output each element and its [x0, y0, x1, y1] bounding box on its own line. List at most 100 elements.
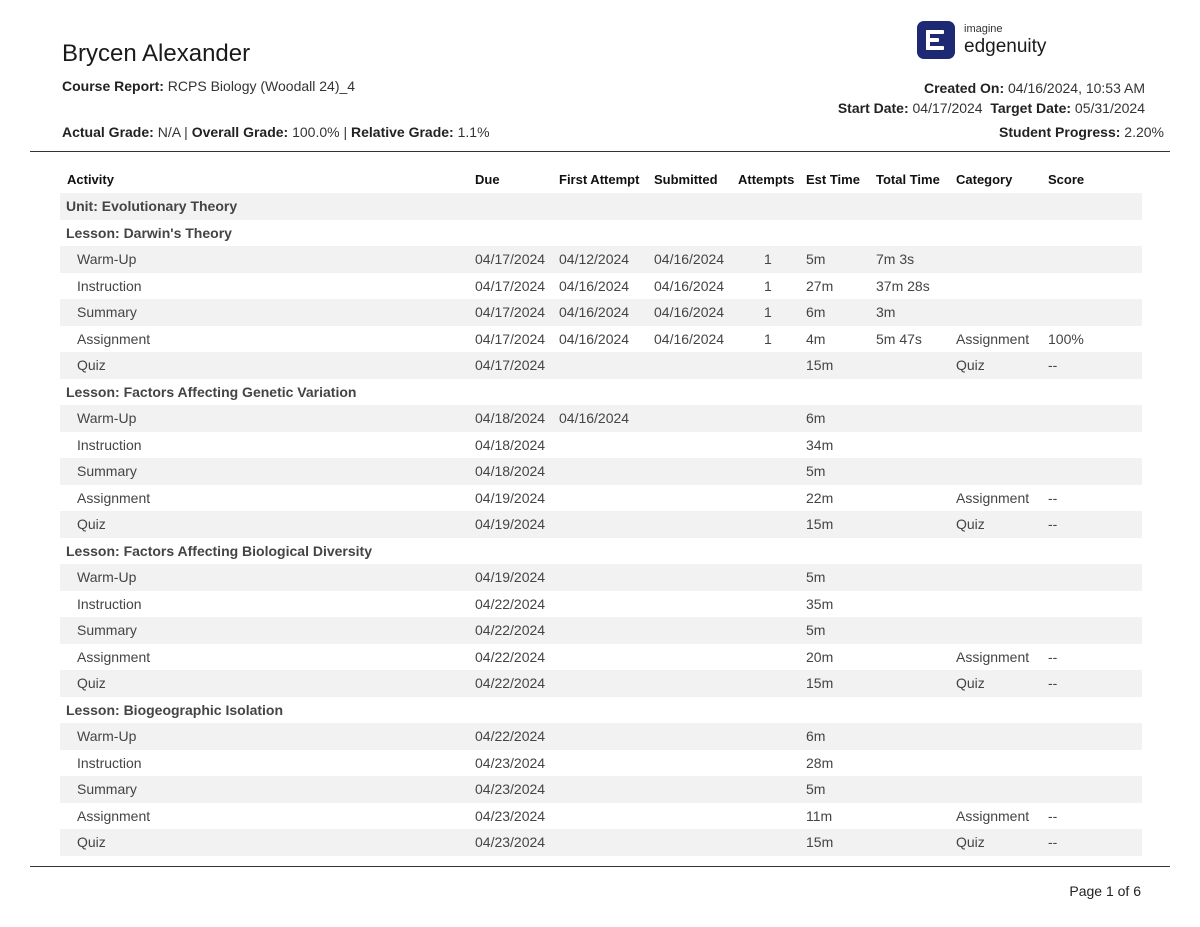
activity-row: Instruction 04/17/2024 04/16/2024 04/16/202…: [60, 273, 1142, 300]
activity-name: Summary: [77, 622, 137, 638]
due-date: 04/22/2024: [475, 595, 546, 612]
activity-name: Instruction: [77, 436, 142, 453]
due-date: 04/19/2024: [475, 489, 546, 506]
activity-row: Instruction 04/18/2024 34m: [60, 432, 1142, 459]
est-time: 20m: [806, 648, 834, 665]
category: Quiz: [956, 357, 985, 373]
logo-edgenuity-text: edgenuity: [964, 36, 1047, 57]
lesson-row: Lesson: Darwin's Theory: [60, 220, 1142, 247]
activity-row: Summary 04/18/2024 5m: [60, 458, 1142, 485]
activity-row: Quiz 04/19/2024 15m Quiz --: [60, 511, 1142, 538]
est-time: 15m: [806, 357, 834, 373]
lesson-title: Lesson: Biogeographic Isolation: [66, 701, 284, 718]
est-time: 27m: [806, 277, 834, 294]
activity-row: Warm-Up 04/22/2024 6m: [60, 723, 1142, 750]
attempts-count: 1: [764, 304, 772, 320]
due-date: 04/19/2024: [475, 569, 546, 585]
target-date-value: 05/31/2024: [1074, 100, 1145, 116]
relative-grade-value: 1.1%: [457, 124, 490, 140]
column-header-score: Score: [1048, 172, 1085, 187]
activity-row: Instruction 04/22/2024 35m: [60, 591, 1142, 618]
student-name: Brycen Alexander: [62, 40, 251, 67]
total-time: 3m: [876, 304, 896, 320]
created-on-line: Created On: 04/16/2024, 10:53 AM: [924, 80, 1145, 96]
attempts-count: 1: [764, 330, 772, 347]
category: Assignment: [956, 807, 1030, 824]
score: --: [1048, 516, 1058, 532]
activity-name: Assignment: [77, 489, 151, 506]
category: Assignment: [956, 489, 1030, 506]
first-attempt-date: 04/16/2024: [559, 410, 630, 426]
est-time: 5m: [806, 463, 826, 479]
est-time: 6m: [806, 728, 826, 744]
activity-row: Assignment 04/19/2024 22m Assignment --: [60, 485, 1142, 512]
submitted-date: 04/16/2024: [654, 251, 725, 267]
category: Assignment: [956, 648, 1030, 665]
created-on-value: 04/16/2024, 10:53 AM: [1008, 80, 1145, 96]
activity-name: Quiz: [77, 834, 106, 850]
due-date: 04/22/2024: [475, 622, 546, 638]
category: Quiz: [956, 516, 985, 532]
edgenuity-logo-icon: [917, 21, 955, 59]
submitted-date: 04/16/2024: [654, 304, 725, 320]
est-time: 5m: [806, 622, 826, 638]
column-header-category: Category: [956, 172, 1013, 187]
score: --: [1048, 834, 1058, 850]
due-date: 04/18/2024: [475, 410, 546, 426]
dates-line: Start Date: 04/17/2024 Target Date: 05/3…: [838, 100, 1145, 116]
due-date: 04/23/2024: [475, 834, 546, 850]
student-progress-label: Student Progress:: [999, 124, 1121, 140]
activity-row: Warm-Up 04/19/2024 5m: [60, 564, 1142, 591]
activity-name: Instruction: [77, 277, 142, 294]
score: --: [1048, 357, 1058, 373]
category: Quiz: [956, 675, 985, 691]
first-attempt-date: 04/12/2024: [559, 251, 630, 267]
est-time: 15m: [806, 834, 834, 850]
table-header-row: Activity Due First Attempt Submitted Att…: [60, 167, 1142, 193]
column-header-activity: Activity: [67, 172, 114, 187]
column-header-first-attempt: First Attempt: [559, 172, 640, 187]
actual-grade-value: N/A: [157, 124, 181, 140]
unit-title: Unit: Evolutionary Theory: [66, 198, 238, 214]
activity-row: Warm-Up 04/17/2024 04/12/2024 04/16/2024 1 5m…: [60, 246, 1142, 273]
bottom-divider: [30, 866, 1170, 867]
activity-name: Assignment: [77, 648, 151, 665]
est-time: 6m: [806, 410, 826, 426]
due-date: 04/22/2024: [475, 675, 546, 691]
activity-row: Quiz 04/23/2024 15m Quiz --: [60, 829, 1142, 856]
created-on-label: Created On:: [923, 80, 1005, 96]
activity-row: Warm-Up 04/18/2024 04/16/2024 6m: [60, 405, 1142, 432]
edgenuity-logo: imagine edgenuity: [917, 20, 1046, 60]
submitted-date: 04/16/2024: [654, 330, 725, 347]
activity-row: Summary 04/22/2024 5m: [60, 617, 1142, 644]
est-time: 5m: [806, 251, 826, 267]
grade-separator: |: [343, 124, 348, 140]
column-header-total-time: Total Time: [876, 172, 940, 187]
lesson-title: Lesson: Darwin's Theory: [66, 224, 232, 241]
first-attempt-date: 04/16/2024: [559, 330, 630, 347]
est-time: 28m: [806, 754, 834, 771]
due-date: 04/23/2024: [475, 754, 546, 771]
score: --: [1048, 807, 1058, 824]
column-header-est-time: Est Time: [806, 172, 860, 187]
activity-name: Warm-Up: [77, 728, 137, 744]
total-time: 37m 28s: [876, 277, 930, 294]
lesson-row: Lesson: Factors Affecting Biological Div…: [60, 538, 1142, 565]
student-progress-line: Student Progress: 2.20%: [999, 124, 1164, 140]
unit-row: Unit: Evolutionary Theory: [60, 193, 1142, 220]
due-date: 04/19/2024: [475, 516, 546, 532]
activity-name: Warm-Up: [77, 251, 137, 267]
activity-row: Assignment 04/22/2024 20m Assignment --: [60, 644, 1142, 671]
est-time: 15m: [806, 675, 834, 691]
due-date: 04/23/2024: [475, 781, 546, 797]
top-divider: [30, 151, 1170, 152]
lesson-row: Lesson: Biogeographic Isolation: [60, 697, 1142, 724]
activity-name: Warm-Up: [77, 410, 137, 426]
activity-name: Assignment: [77, 330, 151, 347]
first-attempt-date: 04/16/2024: [559, 277, 630, 294]
start-date-value: 04/17/2024: [912, 100, 983, 116]
grade-separator: |: [184, 124, 188, 140]
est-time: 11m: [806, 807, 833, 824]
logo-imagine-text: imagine: [964, 23, 1003, 35]
activity-name: Warm-Up: [77, 569, 137, 585]
